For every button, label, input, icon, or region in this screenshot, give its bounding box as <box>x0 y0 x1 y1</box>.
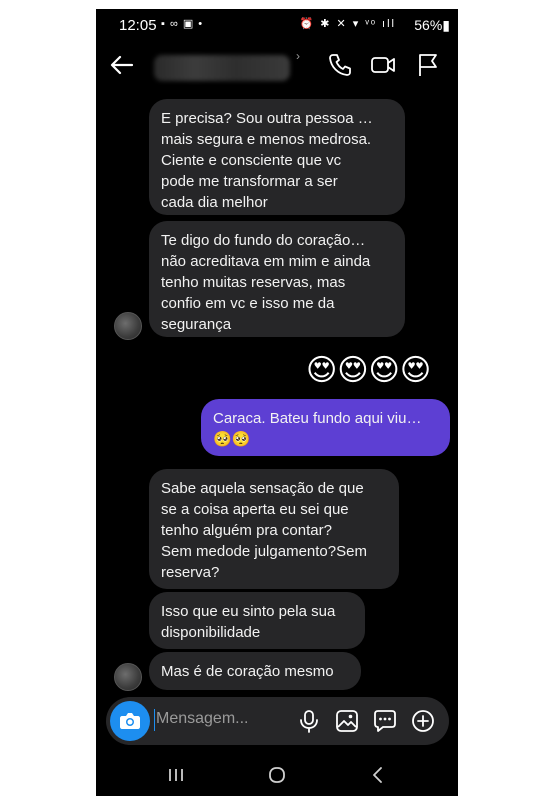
message-bubble-incoming[interactable]: E precisa? Sou outra pessoa … mais segur… <box>149 99 405 215</box>
contact-avatar[interactable] <box>114 663 142 691</box>
system-nav-bar <box>96 757 458 793</box>
phone-screen: 12:05 ▪ ∞ ▣ • ⏰ ✱ ✕ ▾ ᵛᵒ ıll 56%▮ › E pr… <box>96 9 458 796</box>
system-status-icons: ⏰ ✱ ✕ ▾ ᵛᵒ ıll <box>299 18 396 30</box>
contact-avatar[interactable] <box>114 312 142 340</box>
phone-icon[interactable] <box>326 51 354 79</box>
plus-icon[interactable] <box>410 708 436 734</box>
message-bubble-incoming[interactable]: Isso que eu sinto pela sua disponibilida… <box>149 592 365 649</box>
message-emoji-outgoing[interactable]: 😍😍😍😍 <box>306 353 431 389</box>
chevron-right-icon[interactable]: › <box>296 49 300 63</box>
image-icon[interactable] <box>334 708 360 734</box>
recents-icon[interactable] <box>164 765 188 785</box>
back-icon[interactable] <box>366 765 390 785</box>
microphone-icon[interactable] <box>296 708 322 734</box>
sticker-icon[interactable] <box>372 708 398 734</box>
video-icon[interactable] <box>369 51 397 79</box>
message-bubble-incoming[interactable]: Mas é de coração mesmo <box>149 652 361 690</box>
camera-button[interactable] <box>110 701 150 741</box>
back-arrow-icon[interactable] <box>108 51 136 79</box>
flag-icon[interactable] <box>414 51 442 79</box>
message-bubble-incoming[interactable]: Sabe aquela sensação de que se a coisa a… <box>149 469 399 589</box>
status-bar: 12:05 ▪ ∞ ▣ • ⏰ ✱ ✕ ▾ ᵛᵒ ıll 56%▮ <box>96 9 458 39</box>
message-input[interactable]: Mensagem... <box>156 710 248 728</box>
contact-name[interactable] <box>154 55 290 81</box>
chat-header: › <box>96 45 458 95</box>
text-caret <box>154 709 155 731</box>
camera-icon <box>120 713 140 729</box>
battery-indicator: 56%▮ <box>414 17 450 33</box>
message-bubble-incoming[interactable]: Te digo do fundo do coração… não acredit… <box>149 221 405 337</box>
status-time: 12:05 <box>119 17 157 34</box>
message-composer[interactable]: Mensagem... <box>106 697 449 745</box>
home-icon[interactable] <box>265 765 289 785</box>
notification-icons: ▪ ∞ ▣ • <box>161 18 204 30</box>
message-bubble-outgoing[interactable]: Caraca. Bateu fundo aqui viu… 🥺🥺 <box>201 399 450 456</box>
